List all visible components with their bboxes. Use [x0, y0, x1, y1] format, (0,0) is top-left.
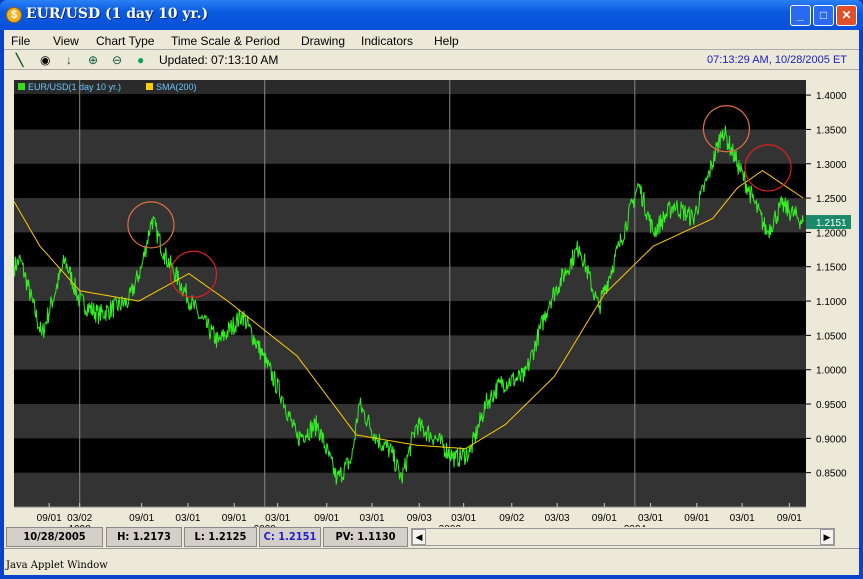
status-low: L: 1.2125: [184, 527, 257, 547]
y-tick-label: 1.1500: [816, 263, 847, 274]
x-tick-label: 09/01: [37, 513, 62, 524]
minimize-button[interactable]: _: [790, 5, 811, 26]
app-window: $ EUR/USD (1 day 10 yr.) _ □ ✕ File View…: [0, 0, 863, 579]
menu-help[interactable]: Help: [434, 34, 459, 48]
current-clock: 07:13:29 AM, 10/28/2005 ET: [706, 54, 847, 66]
menu-indicators[interactable]: Indicators: [361, 34, 413, 48]
y-tick-label: 1.4000: [816, 91, 847, 102]
grid-band: [14, 472, 806, 507]
x-tick-label: 03/01: [265, 513, 290, 524]
status-light-icon: ●: [137, 53, 145, 67]
x-tick-label: 03/01: [730, 513, 755, 524]
zoom-out-icon[interactable]: ⊖: [112, 53, 122, 67]
legend-swatch: [18, 83, 25, 90]
menu-view[interactable]: View: [53, 34, 79, 48]
scroll-left-arrow-icon[interactable]: ◀: [412, 529, 426, 545]
menu-bar: File View Chart Type Time Scale & Period…: [4, 30, 859, 50]
x-tick-label: 03/01: [451, 513, 476, 524]
crosshair-icon[interactable]: ◉: [40, 53, 50, 67]
last-price-label: 1.2151: [816, 218, 847, 229]
applet-status-bar: Java Applet Window: [4, 548, 859, 575]
menu-file[interactable]: File: [11, 34, 30, 48]
menu-chart-type[interactable]: Chart Type: [96, 34, 154, 48]
x-tick-label: 09/02: [499, 513, 524, 524]
window-title: EUR/USD (1 day 10 yr.): [26, 6, 209, 22]
x-tick-label: 09/01: [592, 513, 617, 524]
legend-label: SMA(200): [156, 82, 197, 92]
y-tick-label: 0.8500: [816, 469, 847, 480]
chart-panel[interactable]: 1.4000 1.3500 1.3000 1.2500 1.2000 1.1500 1.10…: [4, 70, 859, 527]
x-tick-label: 03/01: [175, 513, 200, 524]
x-tick-label: 03/01: [638, 513, 663, 524]
updated-time: Updated: 07:13:10 AM: [159, 53, 279, 67]
close-button[interactable]: ✕: [836, 5, 857, 26]
arrow-down-icon[interactable]: ↓: [66, 53, 72, 67]
status-date: 10/28/2005: [6, 527, 103, 547]
y-tick-label: 1.0000: [816, 366, 847, 377]
client-area: File View Chart Type Time Scale & Period…: [4, 30, 859, 575]
y-tick-label: 1.1000: [816, 297, 847, 308]
status-pv: PV: 1.1130: [323, 527, 408, 547]
status-close: C: 1.2151: [259, 527, 321, 547]
applet-label: Java Applet Window: [6, 560, 108, 571]
app-icon: $: [6, 7, 22, 23]
grid-band: [14, 129, 806, 164]
x-tick-label: 09/01: [684, 513, 709, 524]
legend-swatch: [146, 83, 153, 90]
x-tick-label: 03/02: [67, 513, 92, 524]
scroll-right-arrow-icon[interactable]: ▶: [820, 529, 834, 545]
zoom-in-icon[interactable]: ⊕: [88, 53, 98, 67]
y-tick-label: 1.3500: [816, 125, 847, 136]
year-label: 2002: [439, 524, 462, 527]
y-tick-label: 1.2500: [816, 194, 847, 205]
x-tick-label: 09/01: [129, 513, 154, 524]
y-tick-label: 1.3000: [816, 160, 847, 171]
horizontal-scrollbar[interactable]: ◀ ▶: [411, 528, 835, 546]
x-tick-label: 09/01: [222, 513, 247, 524]
y-tick-label: 0.9500: [816, 400, 847, 411]
x-tick-label: 03/01: [360, 513, 385, 524]
y-tick-label: 1.2000: [816, 228, 847, 239]
legend-strip: [14, 80, 806, 94]
toolbar: ╲ ◉ ↓ ⊕ ⊖ ● Updated: 07:13:10 AM 07:13:2…: [4, 51, 859, 70]
price-chart[interactable]: 1.4000 1.3500 1.3000 1.2500 1.2000 1.1500 1.10…: [4, 70, 859, 527]
grid-band: [14, 335, 806, 370]
y-tick-label: 1.0500: [816, 331, 847, 342]
legend-label: EUR/USD(1 day 10 yr.): [28, 82, 121, 92]
year-label: 2004: [624, 524, 647, 527]
x-tick-label: 09/01: [314, 513, 339, 524]
menu-drawing[interactable]: Drawing: [301, 34, 345, 48]
y-tick-label: 0.9000: [816, 434, 847, 445]
status-high: H: 1.2173: [106, 527, 182, 547]
x-tick-label: 09/01: [777, 513, 802, 524]
grid-band: [14, 404, 806, 439]
x-tick-label: 03/03: [545, 513, 570, 524]
title-bar[interactable]: $ EUR/USD (1 day 10 yr.) _ □ ✕: [0, 0, 863, 30]
x-tick-label: 09/03: [407, 513, 432, 524]
menu-time-scale[interactable]: Time Scale & Period: [171, 34, 280, 48]
maximize-button[interactable]: □: [813, 5, 834, 26]
line-draw-icon[interactable]: ╲: [16, 53, 23, 67]
